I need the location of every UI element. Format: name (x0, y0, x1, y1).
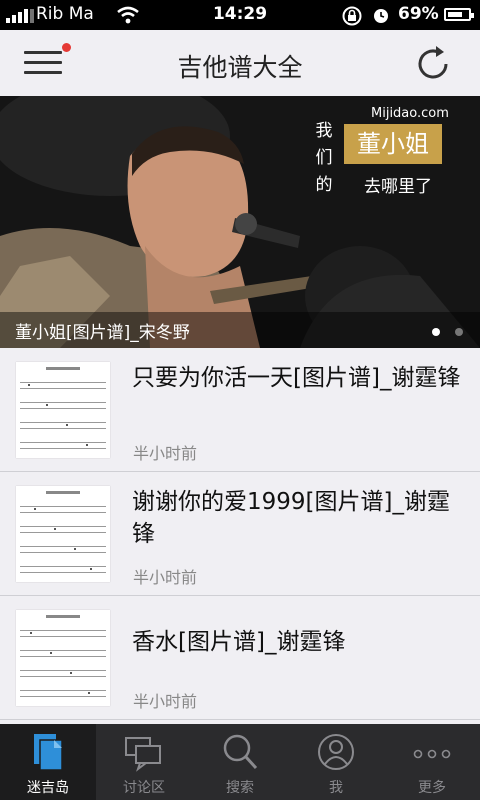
banner-song-label: 董小姐 (344, 124, 442, 164)
list-item[interactable]: 谢谢你的爱1999[图片谱]_谢霆锋 半小时前 (0, 472, 480, 596)
list-item[interactable]: 香水[图片谱]_谢霆锋 半小时前 (0, 596, 480, 720)
tab-me[interactable]: 我 (288, 724, 384, 800)
rotation-lock-icon (342, 6, 362, 26)
item-time: 半小时前 (133, 692, 198, 711)
sheet-thumbnail (16, 362, 110, 458)
document-icon (34, 734, 63, 771)
banner-watermark: Mijidao.com (371, 106, 449, 121)
tab-bar: 迷吉岛 讨论区 搜索 我 更多 (0, 724, 480, 800)
item-time: 半小时前 (133, 568, 198, 587)
sheet-thumbnail (16, 610, 110, 706)
banner-char: 的 (315, 175, 333, 195)
page-indicator-dot[interactable] (455, 328, 463, 336)
tab-list: 只要为你活一天[图片谱]_谢霆锋 半小时前 谢谢你的爱1999[图片谱]_谢霆锋… (0, 348, 480, 724)
banner-vertical-text: 我 们 的 (314, 118, 334, 199)
list-item[interactable]: 只要为你活一天[图片谱]_谢霆锋 半小时前 (0, 348, 480, 472)
tab-label: 更多 (418, 780, 446, 796)
item-title: 香水[图片谱]_谢霆锋 (132, 629, 346, 655)
page-title: 吉他谱大全 (177, 53, 303, 82)
chat-icon (125, 737, 161, 772)
tab-home[interactable]: 迷吉岛 (0, 724, 96, 800)
tab-label: 搜索 (226, 780, 254, 796)
user-icon (318, 734, 354, 770)
item-time: 半小时前 (133, 444, 198, 463)
item-title: 谢谢你的爱1999[图片谱]_谢霆锋 (132, 489, 450, 547)
sheet-thumbnail (16, 486, 110, 582)
tab-label: 迷吉岛 (27, 780, 69, 796)
more-icon (413, 749, 451, 759)
tab-search[interactable]: 搜索 (192, 724, 288, 800)
refresh-icon[interactable] (414, 44, 454, 84)
tab-forum[interactable]: 讨论区 (96, 724, 192, 800)
battery-icon (444, 8, 474, 21)
banner-char: 们 (315, 148, 333, 168)
banner-caption: 董小姐[图片谱]_宋冬野 (15, 323, 190, 343)
item-title: 只要为你活一天[图片谱]_谢霆锋 (132, 365, 461, 391)
app-header: 吉他谱大全 (0, 30, 480, 96)
banner-subtitle: 去哪里了 (364, 177, 432, 197)
page-indicator-dot-active[interactable] (432, 328, 440, 336)
battery-percent: 69% (398, 4, 439, 24)
tab-more[interactable]: 更多 (384, 724, 480, 800)
alarm-icon (374, 9, 388, 23)
status-bar: Rib Ma 14:29 69% (0, 0, 480, 30)
featured-banner[interactable]: Mijidao.com 我 们 的 董小姐 去哪里了 董小姐[图片谱]_宋冬野 (0, 96, 480, 348)
banner-char: 我 (315, 121, 333, 141)
tab-label: 讨论区 (123, 780, 165, 796)
tab-label: 我 (329, 780, 343, 796)
search-icon (223, 734, 258, 770)
